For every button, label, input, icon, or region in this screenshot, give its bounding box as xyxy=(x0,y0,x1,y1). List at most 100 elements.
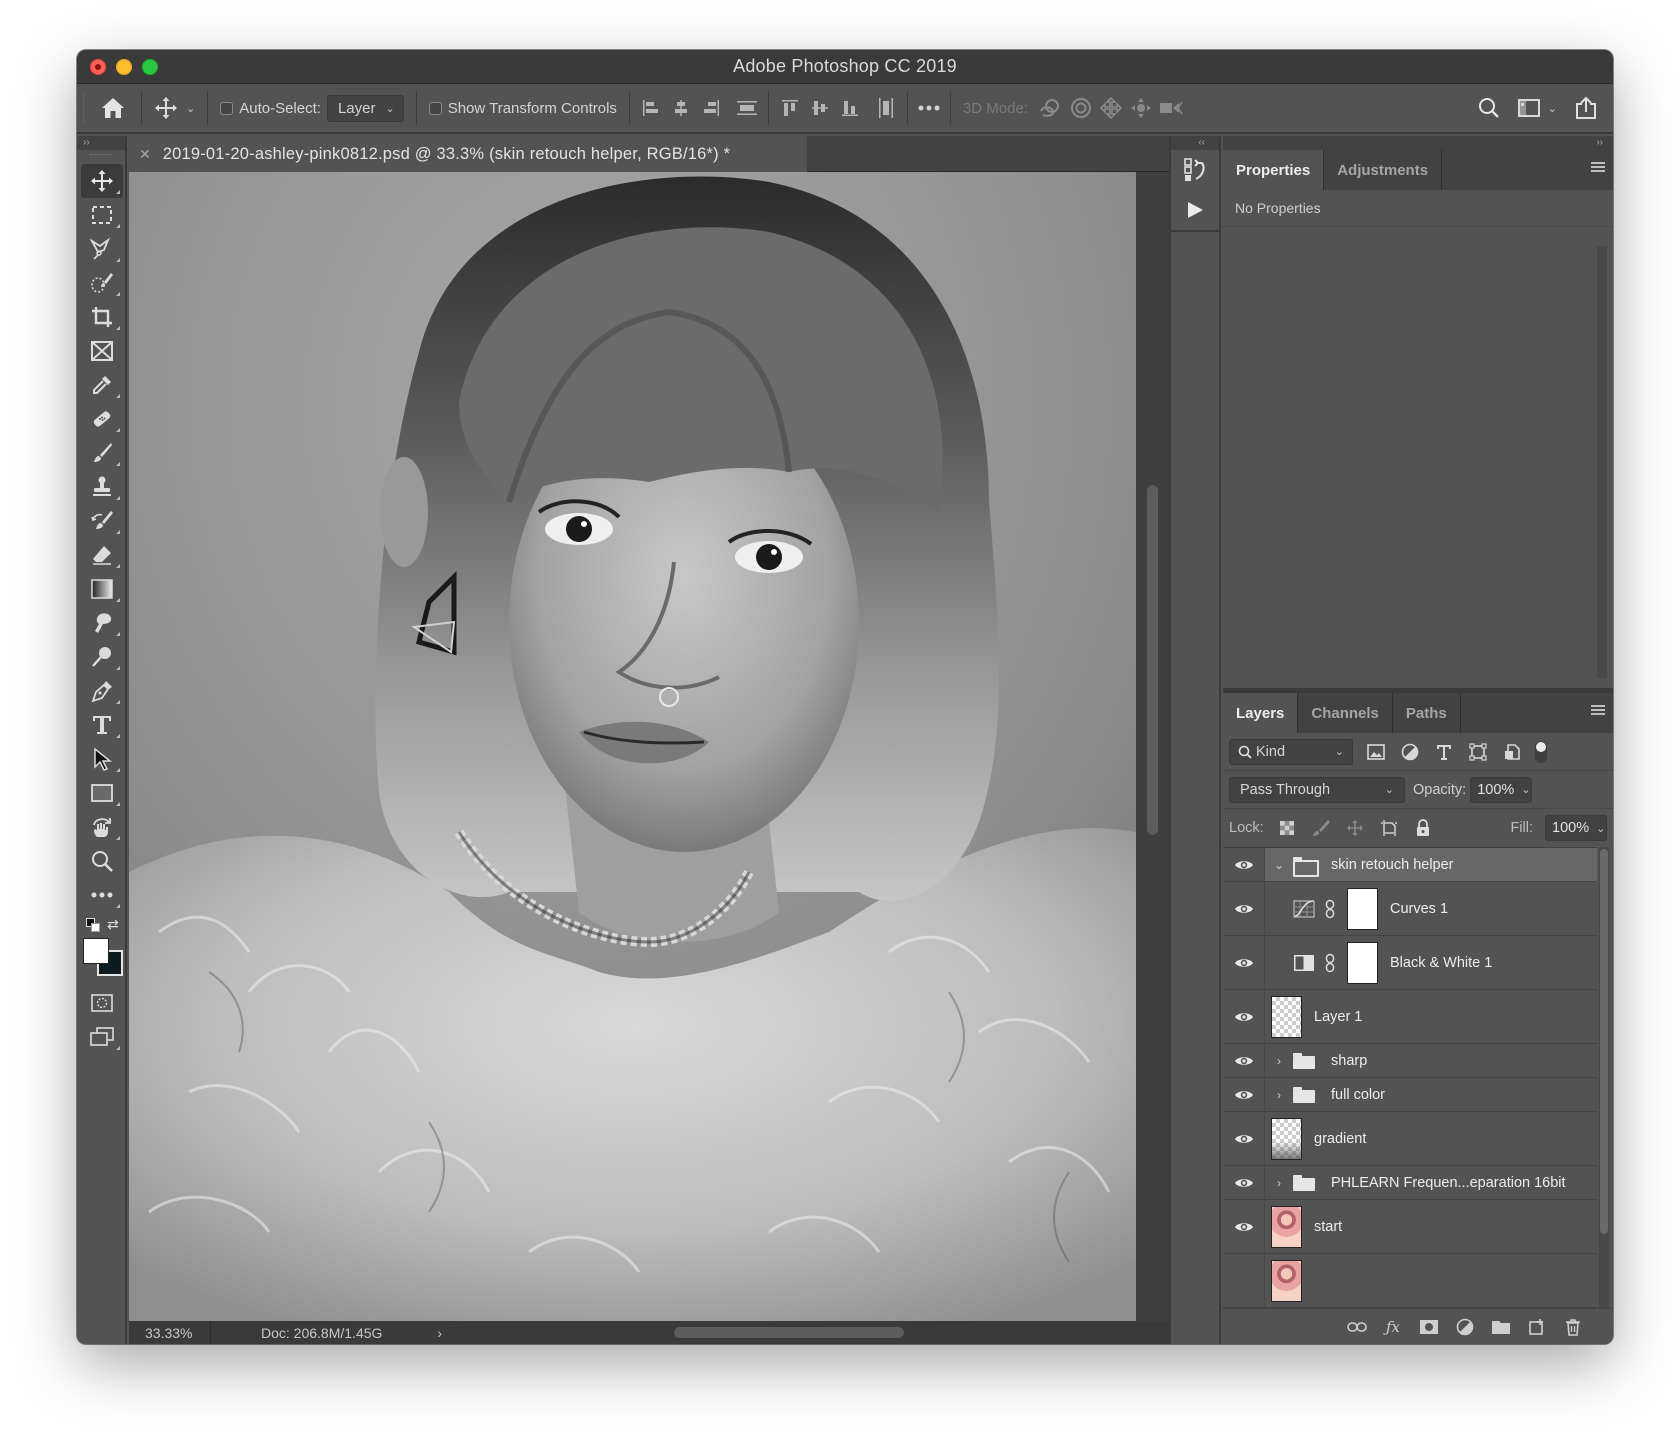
move-tool[interactable] xyxy=(81,164,123,198)
blend-mode-dropdown[interactable]: Pass Through ⌄ xyxy=(1229,776,1405,803)
layer-thumbnail[interactable] xyxy=(1271,1205,1302,1248)
black-white-adjustment-icon[interactable] xyxy=(1293,954,1315,972)
align-horizontal-centers-button[interactable] xyxy=(666,93,696,123)
link-icon[interactable] xyxy=(1323,953,1337,973)
maximize-window-button[interactable] xyxy=(142,59,158,75)
tool-preset-picker[interactable]: ⌄ xyxy=(148,93,201,123)
tab-channels[interactable]: Channels xyxy=(1298,693,1393,733)
chevron-down-icon[interactable]: ⌄ xyxy=(1514,783,1531,796)
opacity-field[interactable]: 100% ⌄ xyxy=(1470,776,1533,803)
visibility-toggle[interactable] xyxy=(1223,1112,1265,1165)
status-info-menu-arrow[interactable]: › xyxy=(437,1325,442,1341)
frame-tool[interactable] xyxy=(81,334,123,368)
distribute-vertical-button[interactable] xyxy=(732,93,762,123)
workspace-button[interactable]: ⌄ xyxy=(1517,93,1557,123)
delete-layer-button[interactable] xyxy=(1563,1317,1583,1337)
group-collapsed-chevron-icon[interactable]: › xyxy=(1271,1176,1287,1190)
brush-tool[interactable] xyxy=(81,436,123,470)
close-document-icon[interactable]: ✕ xyxy=(139,146,151,163)
history-panel-button[interactable] xyxy=(1175,150,1215,190)
rectangle-tool[interactable] xyxy=(81,776,123,810)
visibility-toggle[interactable] xyxy=(1223,882,1265,935)
auto-select-checkbox-box[interactable] xyxy=(220,101,234,115)
options-bar-grip[interactable] xyxy=(83,93,91,123)
search-button[interactable] xyxy=(1474,93,1504,123)
lock-artboard-button[interactable] xyxy=(1378,817,1400,839)
layer-row-gradient[interactable]: gradient xyxy=(1223,1112,1597,1166)
lock-transparent-button[interactable] xyxy=(1276,817,1298,839)
lock-position-button[interactable] xyxy=(1344,817,1366,839)
visibility-toggle[interactable] xyxy=(1223,990,1265,1043)
home-button[interactable] xyxy=(91,93,135,123)
marquee-tool[interactable] xyxy=(81,198,123,232)
layer-row-curves-1[interactable]: Curves 1 xyxy=(1223,882,1597,936)
crop-tool[interactable] xyxy=(81,300,123,334)
lasso-tool[interactable] xyxy=(81,232,123,266)
layer-row-layer-1[interactable]: Layer 1 xyxy=(1223,990,1597,1044)
align-bottom-edges-button[interactable] xyxy=(835,93,865,123)
vertical-scrollbar[interactable] xyxy=(1136,172,1169,1321)
visibility-toggle[interactable] xyxy=(1223,1254,1265,1307)
history-brush-tool[interactable] xyxy=(81,504,123,538)
clone-stamp-tool[interactable] xyxy=(81,470,123,504)
lock-image-button[interactable] xyxy=(1310,817,1332,839)
eraser-tool[interactable] xyxy=(81,538,123,572)
layer-row-partial[interactable] xyxy=(1223,1254,1597,1308)
right-panel-collapse-button[interactable]: ›› xyxy=(1223,136,1613,150)
align-right-edges-button[interactable] xyxy=(696,93,726,123)
link-icon[interactable] xyxy=(1323,899,1337,919)
gradient-tool[interactable] xyxy=(81,572,123,606)
auto-select-checkbox[interactable]: Auto-Select: xyxy=(220,100,321,117)
horizontal-scroll-thumb[interactable] xyxy=(674,1327,904,1338)
layer-filter-toggle[interactable] xyxy=(1535,740,1547,763)
layer-row-sharp[interactable]: › sharp xyxy=(1223,1044,1597,1078)
scale-3d-button[interactable] xyxy=(1156,93,1186,123)
show-transform-controls-checkbox[interactable]: Show Transform Controls xyxy=(428,100,617,117)
path-selection-tool[interactable] xyxy=(81,742,123,776)
lock-all-button[interactable] xyxy=(1412,817,1434,839)
quick-selection-tool[interactable] xyxy=(81,266,123,300)
layer-row-full-color[interactable]: › full color xyxy=(1223,1078,1597,1112)
add-mask-button[interactable] xyxy=(1419,1317,1439,1337)
adjustment-layer-button[interactable] xyxy=(1455,1317,1475,1337)
layer-mask-thumbnail[interactable] xyxy=(1347,941,1378,984)
chevron-down-icon[interactable]: ⌄ xyxy=(1589,821,1605,835)
edit-toolbar-button[interactable] xyxy=(81,878,123,912)
eyedropper-tool[interactable] xyxy=(81,368,123,402)
visibility-toggle[interactable] xyxy=(1223,1166,1265,1199)
default-colors-button[interactable] xyxy=(86,918,102,934)
group-collapsed-chevron-icon[interactable]: › xyxy=(1271,1054,1287,1068)
visibility-toggle[interactable] xyxy=(1223,1044,1265,1077)
drag-3d-button[interactable] xyxy=(1096,93,1126,123)
document-tab[interactable]: ✕ 2019-01-20-ashley-pink0812.psd @ 33.3%… xyxy=(129,136,807,172)
slide-3d-button[interactable] xyxy=(1126,93,1156,123)
layers-scrollbar[interactable] xyxy=(1599,847,1609,1308)
align-vertical-centers-button[interactable] xyxy=(805,93,835,123)
layer-row-black-white-1[interactable]: Black & White 1 xyxy=(1223,936,1597,990)
show-transform-checkbox-box[interactable] xyxy=(428,101,442,115)
rotate-view-tool[interactable] xyxy=(81,810,123,844)
shape-filter-button[interactable] xyxy=(1467,741,1489,763)
smart-object-filter-button[interactable] xyxy=(1501,741,1523,763)
adjustment-filter-button[interactable] xyxy=(1399,741,1421,763)
layers-panel-menu-icon[interactable] xyxy=(1591,705,1605,717)
type-tool[interactable] xyxy=(81,708,123,742)
dock-collapse-button[interactable]: ‹‹ xyxy=(1171,136,1219,150)
properties-panel-menu-icon[interactable] xyxy=(1591,162,1605,174)
layer-mask-thumbnail[interactable] xyxy=(1347,887,1378,930)
tab-layers[interactable]: Layers xyxy=(1223,693,1299,733)
swap-colors-icon[interactable]: ⇄ xyxy=(107,916,119,933)
close-window-button[interactable] xyxy=(90,59,106,75)
layer-thumbnail[interactable] xyxy=(1271,995,1302,1038)
quick-mask-button[interactable] xyxy=(81,986,123,1020)
pen-tool[interactable] xyxy=(81,674,123,708)
layer-row-phlearn-frequency-separation[interactable]: › PHLEARN Frequen...eparation 16bit xyxy=(1223,1166,1597,1200)
layers-scroll-thumb[interactable] xyxy=(1600,849,1608,1234)
layer-row-start[interactable]: start xyxy=(1223,1200,1597,1254)
tools-panel-collapse-button[interactable]: ›› xyxy=(77,136,125,150)
screen-mode-button[interactable] xyxy=(81,1020,123,1054)
zoom-tool[interactable] xyxy=(81,844,123,878)
pixel-filter-button[interactable] xyxy=(1365,741,1387,763)
distribute-horizontal-button[interactable] xyxy=(871,93,901,123)
tab-adjustments[interactable]: Adjustments xyxy=(1324,150,1443,190)
